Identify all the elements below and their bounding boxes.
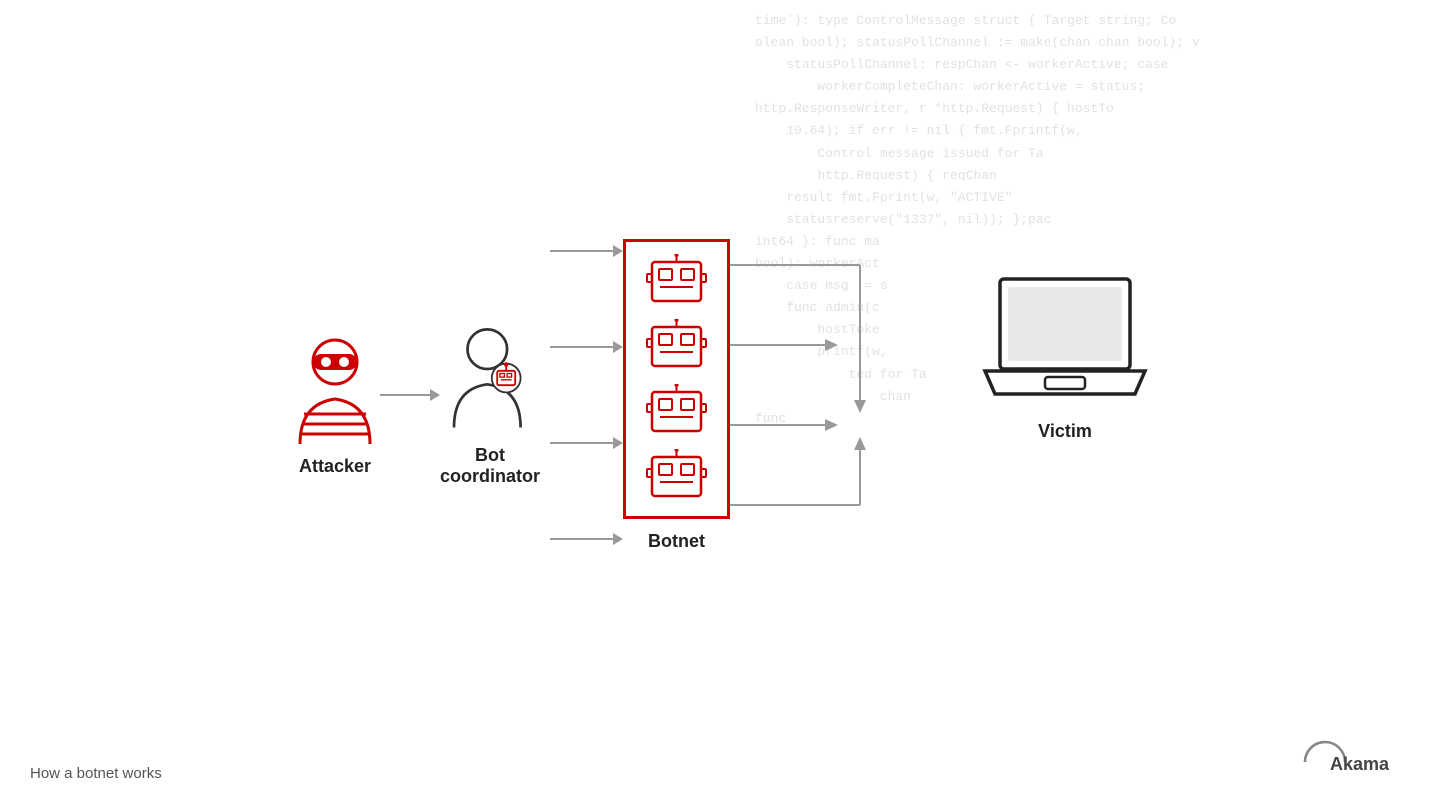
botnet-victim-arrows-svg	[730, 205, 950, 555]
victim-icon	[980, 269, 1150, 409]
victim-label: Victim	[1038, 421, 1092, 442]
botnet-label: Botnet	[648, 531, 705, 552]
akamai-logo-svg: Akamai	[1270, 737, 1390, 787]
arrow-to-bot3	[550, 442, 615, 444]
diagram-main: Attacker	[0, 130, 1440, 680]
svg-text:Akamai: Akamai	[1330, 754, 1390, 774]
akamai-logo: Akamai	[1270, 737, 1390, 792]
arrow-to-bot1	[550, 250, 615, 252]
arrow-to-bot2	[550, 346, 615, 348]
victim-section: Victim	[980, 269, 1150, 442]
arrow-attacker-coordinator	[380, 394, 440, 396]
caption: How a botnet works	[30, 765, 162, 782]
bot3-icon	[644, 384, 709, 439]
arrow-to-bot4	[550, 538, 615, 540]
coordinator-icon	[445, 323, 535, 433]
attacker-label: Attacker	[299, 456, 371, 477]
coordinator-label: Bot coordinator	[440, 445, 540, 487]
attacker-node: Attacker	[290, 334, 380, 477]
botnet-box	[623, 239, 730, 519]
arrows-botnet-victim	[730, 205, 950, 555]
bot1-icon	[644, 254, 709, 309]
arrows-to-botnet	[550, 250, 615, 540]
coordinator-node: Bot coordinator	[440, 323, 540, 487]
diagram-row: Attacker	[290, 255, 1150, 555]
attacker-icon	[290, 334, 380, 444]
bot4-icon	[644, 449, 709, 504]
botnet-section: Botnet	[623, 239, 730, 552]
bot2-icon	[644, 319, 709, 374]
